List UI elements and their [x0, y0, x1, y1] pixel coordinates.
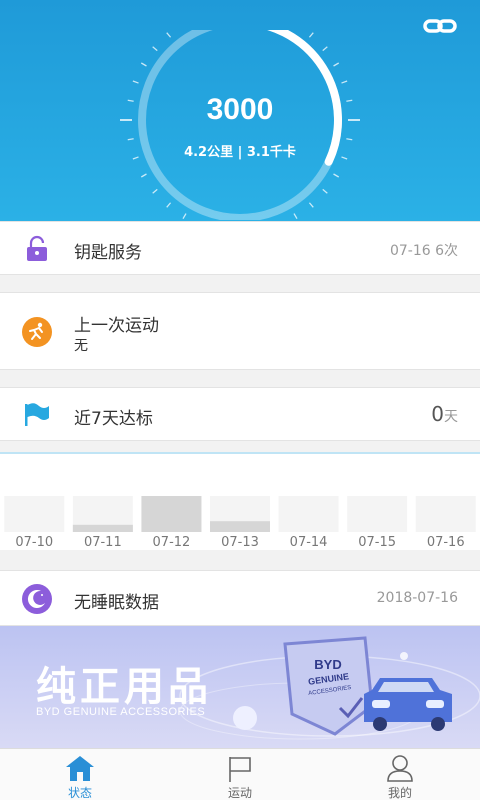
gauge-tick	[341, 80, 348, 84]
x-tick-label: 07-10	[15, 535, 53, 550]
gauge-tick	[308, 202, 314, 208]
tab-mine[interactable]: 我的	[320, 749, 480, 800]
gauge-tick	[322, 188, 328, 194]
x-tick-label: 07-11	[84, 535, 122, 550]
gauge-tick	[132, 80, 139, 84]
weekly-goal-days: 0天	[431, 402, 458, 426]
tab-mine-label: 我的	[387, 786, 412, 800]
tab-status[interactable]: 状态	[0, 749, 160, 800]
tab-exercise[interactable]: 运动	[160, 749, 320, 800]
last-exercise-value: 无	[74, 338, 88, 354]
gauge-tick	[152, 188, 158, 194]
gauge-tick	[308, 32, 314, 38]
runner-icon	[22, 317, 52, 347]
bar-07-12	[141, 496, 202, 532]
key-service-count: 07-16 6次	[389, 243, 458, 259]
weekly-goal-unit: 天	[444, 409, 458, 425]
gauge-tick	[166, 32, 172, 38]
gauge-tick	[322, 46, 328, 52]
gauge-tick	[166, 202, 172, 208]
gauge-tick	[152, 46, 158, 52]
sleep-row[interactable]: 无睡眠数据 2018-07-16	[0, 570, 480, 626]
flag-icon	[25, 403, 49, 426]
x-tick-label: 07-15	[358, 535, 396, 550]
x-tick-label: 07-14	[290, 535, 328, 550]
weekly-goal-count: 0	[431, 402, 444, 426]
gauge-tick	[333, 173, 340, 178]
key-service-title: 钥匙服务	[74, 243, 142, 263]
gauge-tick	[140, 62, 147, 67]
bar-background	[278, 496, 339, 532]
last-exercise-row[interactable]: 上一次运动 无	[0, 292, 480, 370]
banner-subtitle: BYD GENUINE ACCESSORIES	[36, 706, 206, 718]
x-tick-label: 07-16	[427, 535, 465, 550]
step-count: 3000	[206, 93, 274, 126]
banner-title: 纯正用品	[36, 664, 212, 710]
weekly-goal-title: 近7天达标	[74, 409, 153, 429]
distance-calories: 4.2公里 | 3.1千卡	[184, 145, 296, 160]
x-tick-label: 07-12	[153, 535, 191, 550]
lock-icon	[27, 235, 47, 261]
accessories-banner[interactable]: 纯正用品 BYD GENUINE ACCESSORIES BYD GENUINE…	[0, 626, 480, 748]
bar-07-11	[72, 524, 133, 532]
key-service-row[interactable]: 钥匙服务 07-16 6次	[0, 221, 480, 275]
x-tick-label: 07-13	[221, 535, 259, 550]
gauge-tick	[140, 173, 147, 178]
last-exercise-title: 上一次运动	[74, 316, 159, 336]
weekly-goal-row[interactable]: 近7天达标 0天	[0, 387, 480, 441]
step-header: 3000 4.2公里 | 3.1千卡	[0, 0, 480, 221]
gauge-tick	[182, 213, 187, 220]
bar-chart-svg: 07-10 07-11 07-12 07-13 07-14 07-15 07-16	[4, 496, 476, 550]
gauge-tick	[127, 138, 134, 141]
link-icon[interactable]	[422, 14, 458, 38]
home-icon	[66, 756, 94, 781]
flag-outline-icon	[229, 757, 251, 782]
bar-07-13	[210, 521, 270, 532]
gauge-tick	[333, 62, 340, 67]
weekly-steps-chart: 07-10 07-11 07-12 07-13 07-14 07-15 07-16	[0, 452, 480, 550]
sleep-title: 无睡眠数据	[74, 593, 159, 613]
moon-icon	[22, 584, 52, 614]
bottom-tab-bar: 状态 运动 我的	[0, 748, 480, 800]
bar-background	[415, 496, 476, 532]
tab-exercise-label: 运动	[227, 786, 252, 800]
bar-background	[347, 496, 408, 532]
user-icon	[387, 755, 413, 782]
tab-status-label: 状态	[67, 786, 92, 800]
gauge-tick	[346, 138, 353, 141]
sleep-date: 2018-07-16	[376, 590, 458, 606]
bar-background	[4, 496, 65, 532]
gauge-tick	[293, 213, 298, 220]
